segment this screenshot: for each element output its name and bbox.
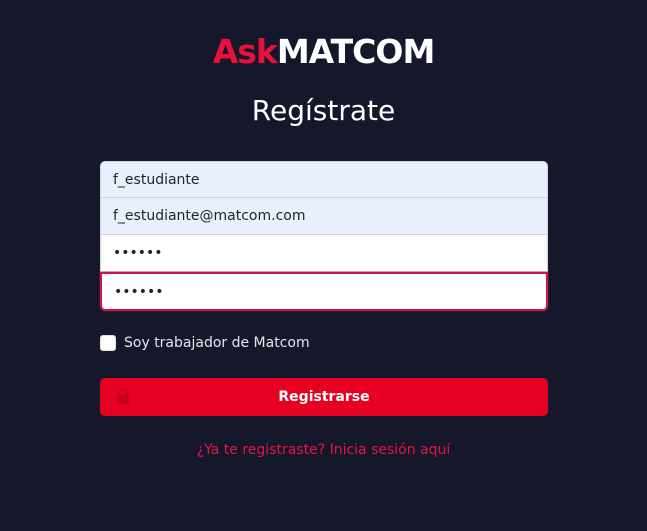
lock-icon: [117, 388, 129, 404]
app-logo: AskMATCOM: [0, 32, 647, 72]
register-button[interactable]: Registrarse: [100, 378, 548, 416]
password-field[interactable]: [100, 235, 548, 272]
worker-checkbox[interactable]: [100, 335, 116, 351]
register-form: [100, 161, 548, 311]
page-title: Regístrate: [251, 94, 396, 127]
confirm-password-field[interactable]: [100, 272, 548, 311]
logo-ask: Ask: [212, 32, 278, 71]
register-page: AskMATCOM Regístrate Soy trabajador de M…: [0, 0, 647, 531]
logo-matcom: MATCOM: [276, 32, 435, 71]
worker-checkbox-label: Soy trabajador de Matcom: [124, 335, 310, 351]
username-field[interactable]: [100, 161, 548, 198]
login-link[interactable]: ¿Ya te registraste? Inicia sesión aquí: [0, 441, 647, 459]
worker-checkbox-row[interactable]: Soy trabajador de Matcom: [100, 335, 310, 351]
register-button-label: Registrarse: [278, 389, 370, 405]
email-field[interactable]: [100, 198, 548, 235]
